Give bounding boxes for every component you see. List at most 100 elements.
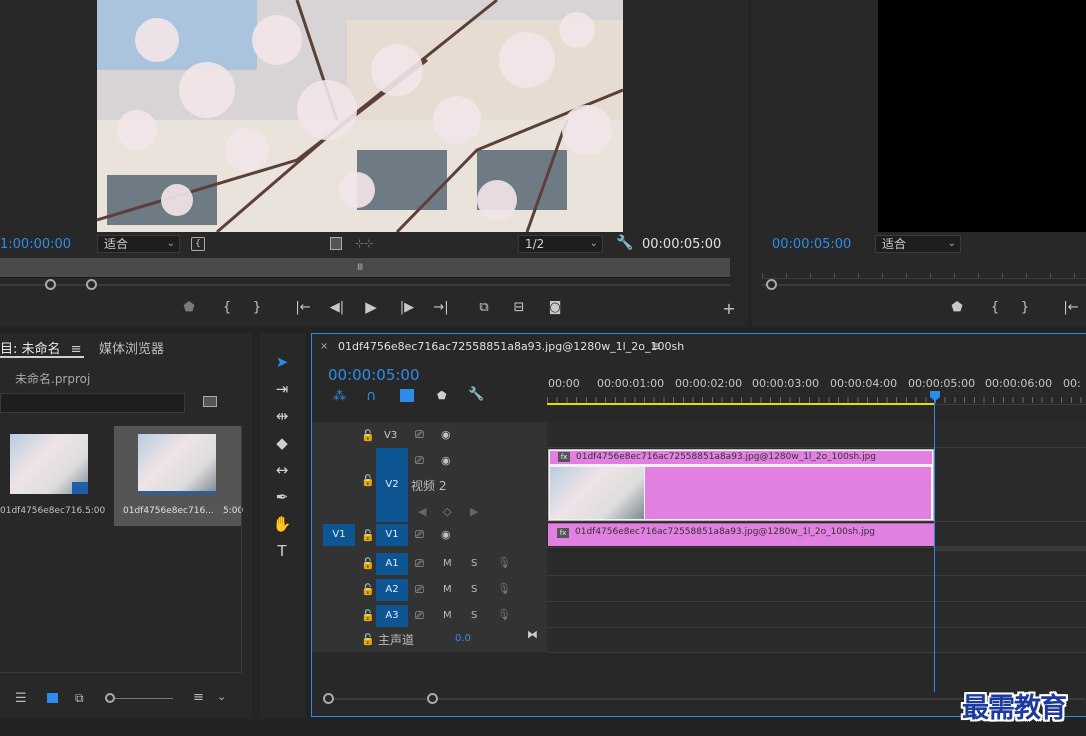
sort-icon[interactable]: ≡ xyxy=(193,690,204,705)
freeform-view-icon[interactable]: ⧉ xyxy=(75,691,84,706)
program-timecode[interactable]: 00:00:05:00 xyxy=(772,237,851,252)
lock-icon[interactable]: 🔓 xyxy=(361,529,375,542)
project-search-input[interactable] xyxy=(0,393,185,413)
microphone-icon[interactable]: 🎙 xyxy=(497,608,511,621)
next-keyframe-icon[interactable]: ▶ xyxy=(470,505,478,518)
wrench-icon[interactable]: 🔧 xyxy=(468,387,484,402)
program-zoom-handle[interactable] xyxy=(766,279,777,290)
zoom-handle-right[interactable] xyxy=(86,279,97,290)
source-video-frame[interactable] xyxy=(97,0,623,232)
sync-lock-icon[interactable]: ⎚ xyxy=(415,454,424,468)
microphone-icon[interactable]: 🎙 xyxy=(497,556,511,569)
program-fit-dropdown[interactable]: 适合 ⌄ xyxy=(875,235,961,253)
track-target-a1[interactable]: A1 xyxy=(376,553,408,575)
track-label-v3[interactable]: V3 xyxy=(384,430,397,441)
sync-lock-icon[interactable]: ⎚ xyxy=(415,583,424,597)
type-tool-icon[interactable]: T xyxy=(270,541,294,561)
ripple-edit-tool-icon[interactable]: ⇹ xyxy=(270,406,294,426)
go-to-in-icon[interactable]: |← xyxy=(294,300,312,316)
track-lane-a1[interactable] xyxy=(547,551,1086,576)
source-zoom-bar[interactable] xyxy=(0,284,730,286)
pen-tool-icon[interactable]: ✒ xyxy=(270,487,294,507)
track-lane-a3[interactable] xyxy=(547,603,1086,628)
tab-media-browser[interactable]: 媒体浏览器 xyxy=(99,338,164,357)
source-fit-dropdown[interactable]: 适合 ⌄ xyxy=(97,235,180,253)
step-forward-icon[interactable]: |▶ xyxy=(398,300,416,316)
settings-bracket-icon[interactable]: { xyxy=(191,237,205,251)
zoom-slider[interactable] xyxy=(108,698,173,699)
scroll-handle-left[interactable] xyxy=(323,693,334,704)
project-item[interactable]: 01df4756e8ec716... 5:00 xyxy=(0,426,113,526)
project-item[interactable]: 01df4756e8ec716... 5:00 xyxy=(114,426,243,526)
track-target-v2[interactable]: V2 xyxy=(376,448,408,522)
track-target-a2[interactable]: A2 xyxy=(376,579,408,601)
track-select-tool-icon[interactable]: ⇥ xyxy=(270,379,294,399)
mark-out-icon[interactable]: } xyxy=(248,300,266,316)
lock-icon[interactable]: 🔓 xyxy=(361,633,375,646)
tab-project[interactable]: 目: 未命名 ≡ xyxy=(0,338,84,358)
timeline-timecode[interactable]: 00:00:05:00 xyxy=(328,366,420,384)
master-volume-value[interactable]: 0.0 xyxy=(455,633,471,644)
play-icon[interactable]: ▶ xyxy=(362,299,380,315)
eye-icon[interactable]: ◉ xyxy=(441,454,451,467)
track-target-v1[interactable]: V1 xyxy=(376,524,408,546)
clip-v1[interactable]: fx 01df4756e8ec716ac72558851a8a93.jpg@12… xyxy=(548,523,934,546)
scroll-handle-right[interactable] xyxy=(427,693,438,704)
panel-menu-icon[interactable]: ≡ xyxy=(71,342,82,357)
timeline-tab-title[interactable]: 01df4756e8ec716ac72558851a8a93.jpg@1280w… xyxy=(338,340,684,353)
mark-in-icon[interactable]: { xyxy=(218,300,236,316)
linked-selection-icon[interactable] xyxy=(400,389,414,402)
go-to-edges-icon[interactable]: ⧓ xyxy=(527,628,538,641)
drag-video-icon[interactable]: ⊹⊹ xyxy=(355,237,373,250)
step-back-icon[interactable]: ◀| xyxy=(328,300,346,316)
overwrite-icon[interactable]: ⊟ xyxy=(510,300,528,316)
zoom-handle-left[interactable] xyxy=(45,279,56,290)
lock-icon[interactable]: 🔓 xyxy=(361,583,375,596)
add-keyframe-icon[interactable]: ◇ xyxy=(443,505,451,518)
hand-tool-icon[interactable]: ✋ xyxy=(270,514,294,534)
sync-lock-icon[interactable]: ⎚ xyxy=(415,428,424,442)
sync-lock-icon[interactable]: ⎚ xyxy=(415,609,424,623)
icon-view-icon[interactable] xyxy=(47,693,58,703)
mute-button[interactable]: M xyxy=(443,584,452,595)
lock-icon[interactable]: 🔓 xyxy=(361,474,375,487)
go-to-out-icon[interactable]: →| xyxy=(432,300,450,316)
slip-tool-icon[interactable]: ↔ xyxy=(270,460,294,480)
prev-keyframe-icon[interactable]: ◀ xyxy=(418,505,426,518)
snap-icon[interactable]: ∩ xyxy=(366,388,376,404)
solo-button[interactable]: S xyxy=(471,610,477,621)
new-bin-icon[interactable] xyxy=(203,396,217,407)
wrench-icon[interactable]: 🔧 xyxy=(616,235,633,251)
add-marker-icon[interactable]: ⬟ xyxy=(948,300,966,316)
mark-out-icon[interactable]: } xyxy=(1016,300,1034,316)
selection-tool-icon[interactable]: ➤ xyxy=(270,352,294,372)
add-marker-icon[interactable]: ⬟ xyxy=(437,389,447,402)
list-view-icon[interactable]: ☰ xyxy=(15,691,27,706)
work-area-bar[interactable] xyxy=(547,403,935,405)
eye-icon[interactable]: ◉ xyxy=(441,528,451,541)
lock-icon[interactable]: 🔓 xyxy=(361,609,375,622)
microphone-icon[interactable]: 🎙 xyxy=(497,582,511,595)
insert-icon[interactable]: ⧉ xyxy=(475,300,493,316)
mute-button[interactable]: M xyxy=(443,558,452,569)
eye-icon[interactable]: ◉ xyxy=(441,428,451,441)
camera-icon[interactable]: ◙ xyxy=(546,300,564,316)
track-lane-v3[interactable] xyxy=(547,422,1086,448)
mark-in-icon[interactable]: { xyxy=(986,300,1004,316)
program-video-frame[interactable] xyxy=(878,0,1086,232)
add-button-icon[interactable]: + xyxy=(720,301,738,317)
export-frame-icon[interactable] xyxy=(330,237,342,250)
sync-lock-icon[interactable]: ⎚ xyxy=(415,528,424,542)
zoom-slider-handle[interactable] xyxy=(105,693,115,703)
mute-button[interactable]: M xyxy=(443,610,452,621)
close-tab-icon[interactable]: × xyxy=(320,341,328,352)
razor-tool-icon[interactable]: ◆ xyxy=(270,433,294,453)
chevron-down-icon[interactable]: ⌄ xyxy=(217,690,226,703)
source-patch-v1[interactable]: V1 xyxy=(323,524,355,546)
panel-menu-icon[interactable]: ≡ xyxy=(651,339,661,353)
track-lane-a2[interactable] xyxy=(547,577,1086,602)
nest-icon[interactable]: ⁂ xyxy=(333,389,346,404)
solo-button[interactable]: S xyxy=(471,584,477,595)
track-lane-master[interactable] xyxy=(547,629,1086,653)
program-zoom-bar[interactable] xyxy=(762,284,1086,286)
